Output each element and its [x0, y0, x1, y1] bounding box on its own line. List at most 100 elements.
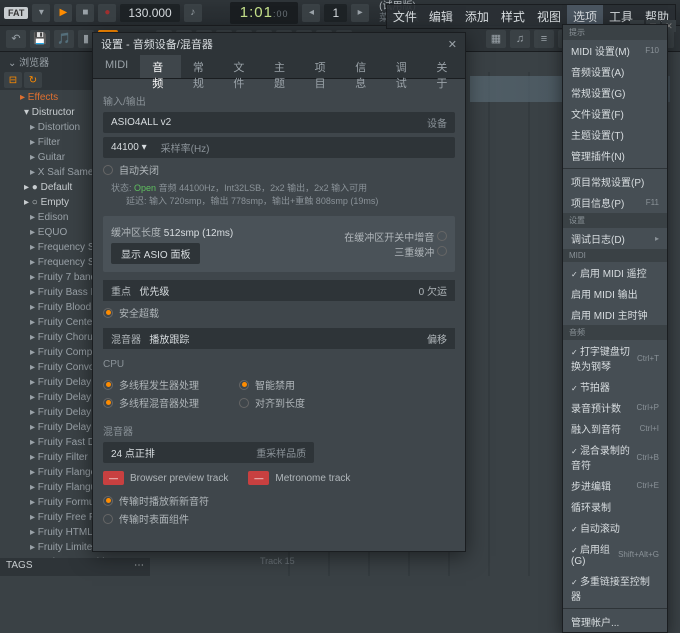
device-name: ASIO4ALL v2 [111, 117, 171, 128]
menu-添加[interactable]: 添加 [459, 5, 495, 28]
mixer-row[interactable]: 混音器 播放跟踪 偏移 [103, 328, 455, 349]
menu-item[interactable]: 调试日志(D) [563, 228, 667, 249]
cpu-opt3[interactable]: 智能禁用 [239, 377, 305, 392]
tab-主题[interactable]: 主题 [262, 55, 303, 78]
menu-group: MIDI [563, 249, 667, 262]
pattern-number[interactable]: 1 [324, 4, 347, 22]
mixer-value: 播放跟踪 [149, 335, 189, 346]
menu-item[interactable]: 多重链接至控制器 [563, 570, 667, 606]
cpu-opt4[interactable]: 对齐到长度 [239, 395, 305, 410]
tempo-display[interactable]: 130.000 [120, 4, 179, 22]
menu-item[interactable]: 常规设置(G) [563, 82, 667, 103]
menu-item[interactable]: 混合录制的音符Ctrl+B [563, 439, 667, 475]
menu-item[interactable]: 音频设置(A) [563, 61, 667, 82]
menu-item[interactable]: MIDI 设置(M)F10 [563, 40, 667, 61]
stop-icon[interactable]: ■ [76, 4, 94, 22]
play-opt1[interactable]: 传输时播放新新音符 [103, 493, 455, 508]
tab-信息[interactable]: 信息 [343, 55, 384, 78]
undo-icon[interactable]: ↶ [6, 30, 26, 48]
bitdepth-field[interactable]: 24 点正排 重采样品质 [103, 442, 314, 463]
menu-item[interactable]: 启用 MIDI 遥控 [563, 262, 667, 283]
menu-item[interactable]: 打字键盘切换为钢琴Ctrl+T [563, 340, 667, 376]
menu-item[interactable]: 管理插件(N) [563, 145, 667, 166]
menu-item[interactable]: 启用组(G)Shift+Alt+G [563, 538, 667, 570]
dialog-close-icon[interactable]: ✕ [448, 38, 457, 51]
menu-separator [563, 168, 667, 169]
prev-pattern[interactable]: ◂ [302, 4, 320, 22]
view-playlist-icon[interactable]: ▦ [486, 30, 506, 48]
autoclose-label: 自动关闭 [119, 162, 159, 177]
metronome-track-chip[interactable]: —Metronome track [248, 471, 350, 485]
view-channelrack-icon[interactable]: ≡ [534, 30, 554, 48]
asio-panel-button[interactable]: 显示 ASIO 面板 [111, 243, 200, 264]
menu-item[interactable]: 项目信息(P)F11 [563, 192, 667, 213]
menu-item[interactable]: 融入到音符Ctrl+I [563, 418, 667, 439]
view-pianoroll-icon[interactable]: ♫ [510, 30, 530, 48]
menu-item[interactable]: 项目常规设置(P) [563, 171, 667, 192]
pat-song-icon[interactable]: ♪ [184, 4, 202, 22]
browser-track-chip[interactable]: —Browser preview track [103, 471, 228, 485]
status-label: 状态: [111, 183, 132, 193]
menu-文件[interactable]: 文件 [387, 5, 423, 28]
tab-文件[interactable]: 文件 [221, 55, 262, 78]
resample-label: 重采样品质 [256, 445, 306, 460]
underruns-label: 欠运 [427, 287, 447, 298]
time-display[interactable]: 1:01:00 [230, 2, 299, 24]
tags-menu-icon[interactable]: ⋯ [134, 560, 144, 574]
dialog-titlebar[interactable]: 设置 - 音频设备/混音器 ✕ [93, 33, 465, 55]
time-sub: :00 [273, 9, 289, 19]
triple-buffer-radio[interactable] [437, 246, 447, 256]
fat-badge: FAT [4, 7, 28, 19]
menu-item[interactable]: 步进编辑Ctrl+E [563, 475, 667, 496]
autoclose-row[interactable]: 自动关闭 [103, 162, 455, 177]
tab-项目[interactable]: 项目 [303, 55, 344, 78]
menu-item[interactable]: 节拍器 [563, 376, 667, 397]
cpu-opt1[interactable]: 多线程发生器处理 [103, 377, 199, 392]
tab-调试[interactable]: 调试 [384, 55, 425, 78]
menu-item[interactable]: 自动滚动 [563, 517, 667, 538]
menu-item[interactable]: 主题设置(T) [563, 124, 667, 145]
menu-item[interactable]: 管理帐户... [563, 611, 667, 632]
device-field[interactable]: ASIO4ALL v2 设备 [103, 112, 455, 133]
tags-label: TAGS [6, 560, 32, 574]
play1-label: 传输时播放新新音符 [119, 493, 209, 508]
track-label: Track 15 [260, 556, 295, 566]
safeover-row[interactable]: 安全超载 [103, 305, 455, 320]
tab-关于[interactable]: 关于 [424, 55, 465, 78]
menu-编辑[interactable]: 编辑 [423, 5, 459, 28]
triple-buffer-label: 三重缓冲 [394, 248, 434, 259]
menu-样式[interactable]: 样式 [495, 5, 531, 28]
render-icon[interactable]: 🎵 [54, 30, 74, 48]
menu-item[interactable]: 文件设置(F) [563, 103, 667, 124]
priority-value: 优先级 [139, 287, 169, 298]
samplerate-field[interactable]: 44100 ▾ 采样率(Hz) [103, 137, 455, 158]
cpu-opt2[interactable]: 多线程混音器处理 [103, 395, 199, 410]
browser-collapse-icon[interactable]: ⊟ [4, 72, 22, 88]
priority-row[interactable]: 重点 优先级 0 欠运 [103, 280, 455, 301]
time-main: 1:01 [240, 4, 273, 21]
dialog-title: 设置 - 音频设备/混音器 [101, 36, 213, 52]
tab-MIDI[interactable]: MIDI [93, 55, 140, 78]
play-icon[interactable]: ▶ [54, 4, 72, 22]
next-pattern[interactable]: ▸ [351, 4, 369, 22]
play-opt2[interactable]: 传输时表面组件 [103, 511, 455, 526]
menu-item[interactable]: 循环录制 [563, 496, 667, 517]
play2-label: 传输时表面组件 [119, 511, 189, 526]
mixer-lbl: 混音器 [111, 335, 141, 346]
menu-item[interactable]: 启用 MIDI 输出 [563, 283, 667, 304]
menu-icon[interactable]: ▾ [32, 4, 50, 22]
save-icon[interactable]: 💾 [30, 30, 50, 48]
record-icon[interactable]: ● [98, 4, 116, 22]
menu-item[interactable]: 录音预计数Ctrl+P [563, 397, 667, 418]
browser-refresh-icon[interactable]: ↻ [24, 72, 42, 88]
status-line2: 延迟: 输入 720smp，输出 778smp，输出+重触 808smp (19… [126, 196, 378, 206]
tags-bar[interactable]: TAGS ⋯ [0, 558, 150, 576]
status-line1: 音频 44100Hz，Int32LSB，2x2 输出，2x2 输入可用 [159, 183, 368, 193]
safeover-label: 安全超载 [119, 305, 159, 320]
io-section-label: 输入/输出 [103, 93, 455, 108]
menu-item[interactable]: 启用 MIDI 主时钟 [563, 304, 667, 325]
buffer-switch-radio[interactable] [437, 231, 447, 241]
tab-常规[interactable]: 常规 [181, 55, 222, 78]
cpu4-label: 对齐到长度 [255, 395, 305, 410]
tab-音频[interactable]: 音频 [140, 55, 181, 78]
